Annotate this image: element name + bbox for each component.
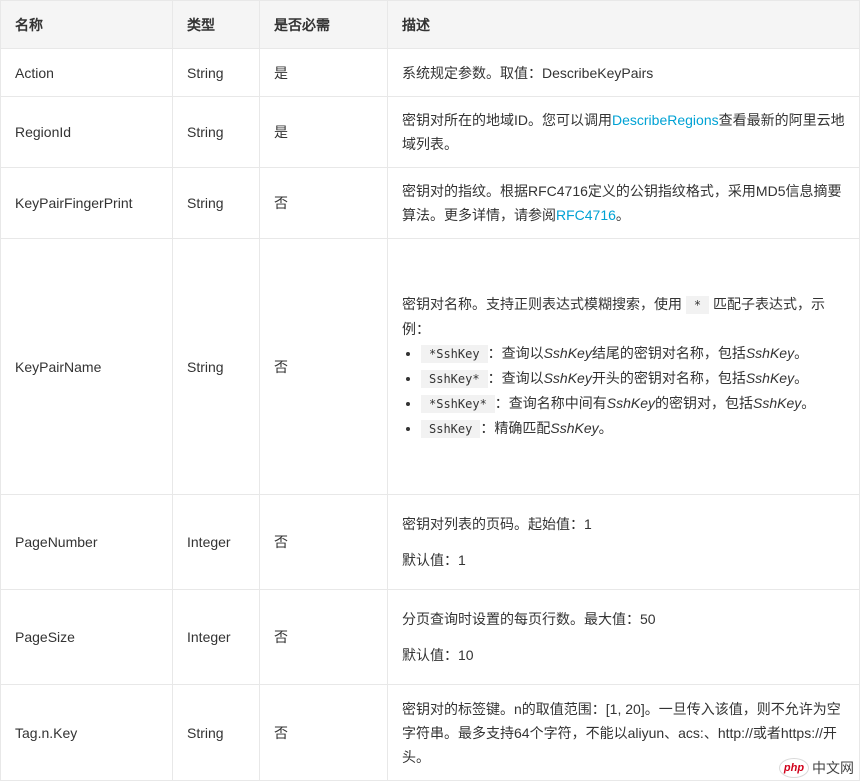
table-row: PageNumber Integer 否 密钥对列表的页码。起始值：1 默认值：… <box>0 494 860 590</box>
example-emphasis: SshKey <box>745 345 795 361</box>
description-text: 密钥对列表的页码。起始值：1 <box>402 516 592 532</box>
table-row: Action String 是 系统规定参数。取值：DescribeKeyPai… <box>0 48 860 97</box>
param-type: Integer <box>172 589 260 685</box>
param-required: 否 <box>259 494 388 590</box>
param-type: String <box>172 96 260 168</box>
table-row: PageSize Integer 否 分页查询时设置的每页行数。最大值：50 默… <box>0 589 860 685</box>
param-type: String <box>172 48 260 97</box>
param-required: 否 <box>259 684 388 781</box>
description-text: 。 <box>615 207 630 223</box>
param-type: String <box>172 684 260 781</box>
php-logo-icon: php <box>779 758 809 778</box>
example-emphasis: SshKey <box>745 370 795 386</box>
description-text: 密钥对名称。支持正则表达式模糊搜索，使用 <box>402 296 682 312</box>
header-required: 是否必需 <box>259 0 388 49</box>
site-watermark: php 中文网 <box>779 758 854 778</box>
param-required: 否 <box>259 167 388 239</box>
param-name: Action <box>0 48 173 97</box>
example-text: ：查询名称中间有 <box>494 395 607 411</box>
inline-code: *SshKey <box>421 345 488 363</box>
inline-code: * <box>685 296 710 314</box>
example-text: 的密钥对，包括 <box>655 395 754 411</box>
param-name: PageNumber <box>0 494 173 590</box>
example-text: 结尾的密钥对名称，包括 <box>591 345 746 361</box>
param-required: 否 <box>259 589 388 685</box>
param-type: Integer <box>172 494 260 590</box>
example-text: 。 <box>794 345 809 361</box>
example-text: ：精确匹配 <box>480 420 551 436</box>
example-emphasis: SshKey <box>543 345 592 361</box>
param-type: String <box>172 167 260 239</box>
description-text: 系统规定参数。取值：DescribeKeyPairs <box>402 64 654 81</box>
table-row: KeyPairFingerPrint String 否 密钥对的指纹。根据RFC… <box>0 167 860 239</box>
example-text: 。 <box>801 395 816 411</box>
header-name: 名称 <box>0 0 173 49</box>
parameters-table: 名称 类型 是否必需 描述 Action String 是 系统规定参数。取值：… <box>0 0 860 781</box>
param-description: 分页查询时设置的每页行数。最大值：50 默认值：10 <box>387 589 860 685</box>
param-description: 系统规定参数。取值：DescribeKeyPairs <box>387 48 860 97</box>
example-emphasis: SshKey <box>606 395 656 411</box>
default-value-text: 默认值：1 <box>402 552 466 568</box>
example-emphasis: SshKey <box>543 370 592 386</box>
param-required: 否 <box>259 238 388 495</box>
inline-code: *SshKey* <box>421 395 495 413</box>
example-emphasis: SshKey <box>753 395 802 411</box>
watermark-text: 中文网 <box>812 760 854 776</box>
param-required: 是 <box>259 48 388 97</box>
table-header-row: 名称 类型 是否必需 描述 <box>0 0 860 49</box>
param-name: KeyPairName <box>0 238 173 495</box>
description-text: 分页查询时设置的每页行数。最大值：50 <box>402 611 656 627</box>
rfc4716-link[interactable]: RFC4716 <box>556 207 616 223</box>
list-item: *SshKey*：查询名称中间有SshKey的密钥对，包括SshKey。 <box>421 391 845 416</box>
example-emphasis: SshKey <box>550 420 599 436</box>
param-description: 密钥对所在的地域ID。您可以调用DescribeRegions查看最新的阿里云地… <box>387 96 860 168</box>
example-text: ：查询以 <box>487 345 544 361</box>
description-text: 密钥对所在的地域ID。您可以调用 <box>402 112 612 128</box>
header-description: 描述 <box>387 0 860 49</box>
param-type: String <box>172 238 260 495</box>
param-required: 是 <box>259 96 388 168</box>
table-row: Tag.n.Key String 否 密钥对的标签键。n的取值范围：[1, 20… <box>0 684 860 781</box>
param-name: KeyPairFingerPrint <box>0 167 173 239</box>
param-name: Tag.n.Key <box>0 684 173 781</box>
default-value-text: 默认值：10 <box>402 647 474 663</box>
example-text: 。 <box>794 370 809 386</box>
table-row: KeyPairName String 否 密钥对名称。支持正则表达式模糊搜索，使… <box>0 238 860 495</box>
param-name: RegionId <box>0 96 173 168</box>
table-row: RegionId String 是 密钥对所在的地域ID。您可以调用Descri… <box>0 96 860 168</box>
param-name: PageSize <box>0 589 173 685</box>
list-item: SshKey*：查询以SshKey开头的密钥对名称，包括SshKey。 <box>421 366 845 391</box>
param-description: 密钥对的指纹。根据RFC4716定义的公钥指纹格式，采用MD5信息摘要算法。更多… <box>387 167 860 239</box>
param-description: 密钥对名称。支持正则表达式模糊搜索，使用 * 匹配子表达式，示例： *SshKe… <box>387 238 860 495</box>
list-item: SshKey：精确匹配SshKey。 <box>421 416 845 441</box>
header-type: 类型 <box>172 0 260 49</box>
example-text: 开头的密钥对名称，包括 <box>591 370 746 386</box>
inline-code: SshKey <box>421 420 481 438</box>
describe-regions-link[interactable]: DescribeRegions <box>612 112 719 128</box>
example-list: *SshKey：查询以SshKey结尾的密钥对名称，包括SshKey。 SshK… <box>402 341 845 441</box>
example-text: ：查询以 <box>487 370 544 386</box>
inline-code: SshKey* <box>421 370 488 388</box>
example-text: 。 <box>598 420 613 436</box>
list-item: *SshKey：查询以SshKey结尾的密钥对名称，包括SshKey。 <box>421 341 845 366</box>
param-description: 密钥对列表的页码。起始值：1 默认值：1 <box>387 494 860 590</box>
